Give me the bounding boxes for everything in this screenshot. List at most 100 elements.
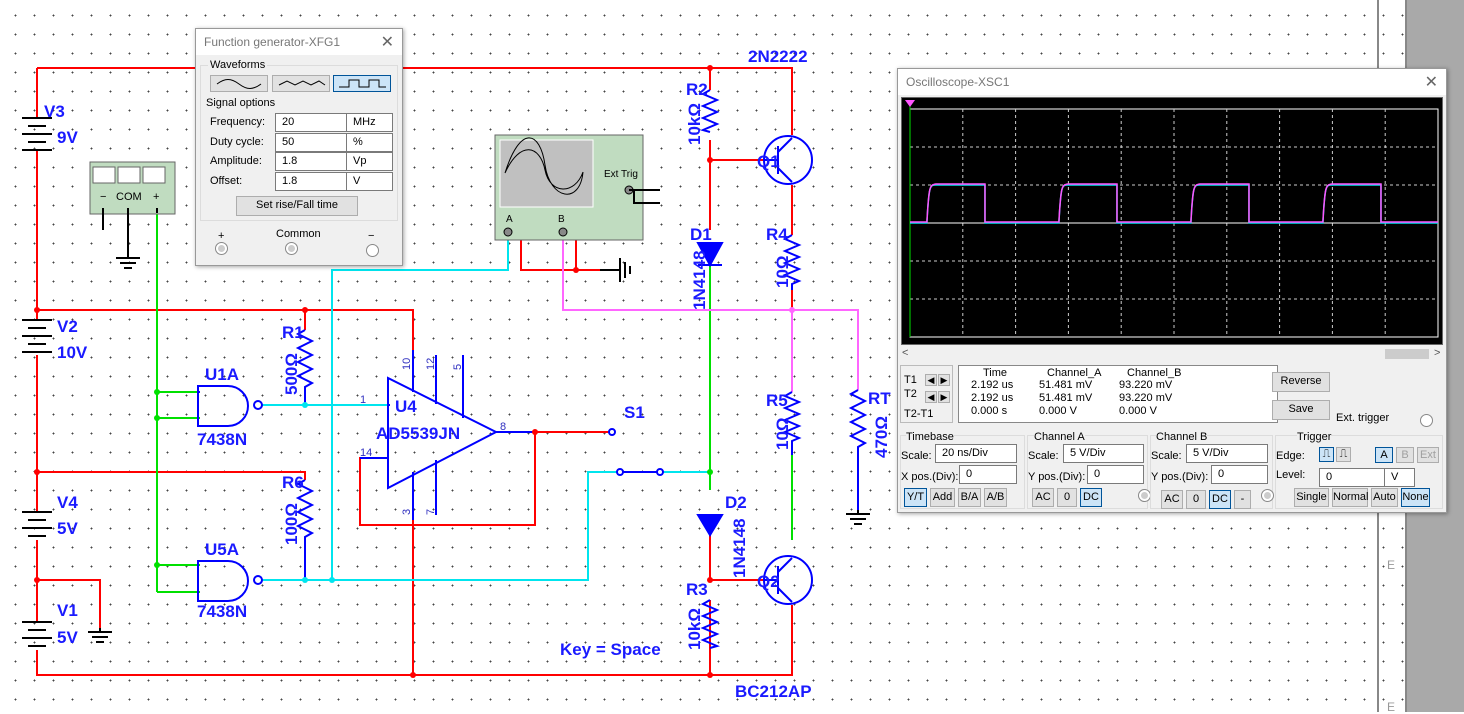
waveform-square-button[interactable] bbox=[333, 75, 391, 92]
chb-coupling-button[interactable]: AC bbox=[1161, 490, 1183, 509]
save-button[interactable]: Save bbox=[1272, 400, 1330, 420]
fg-plus-terminal[interactable] bbox=[215, 242, 228, 255]
fg-field-label: Offset: bbox=[210, 174, 243, 187]
v3-label: V3 bbox=[44, 102, 65, 121]
u5a-nand bbox=[197, 560, 249, 602]
u1a-model: 7438N bbox=[197, 430, 247, 449]
svg-text:B: B bbox=[558, 214, 565, 225]
cursor-t1-label: T1 bbox=[904, 374, 917, 386]
timebase-scale-label: Scale: bbox=[901, 450, 932, 462]
close-icon[interactable]: ✕ bbox=[1425, 72, 1438, 92]
cursor-t2-left-button[interactable]: ◀ bbox=[925, 391, 937, 403]
pin-label: 5 bbox=[452, 364, 464, 370]
readout-cell: 93.220 mV bbox=[1119, 379, 1173, 391]
u1a-nand bbox=[197, 385, 249, 427]
channel-a-ypos-input[interactable]: 0 bbox=[1087, 465, 1144, 484]
trig-modes-button[interactable]: Single bbox=[1294, 488, 1329, 507]
channel-b-ypos-label: Y pos.(Div): bbox=[1151, 471, 1209, 483]
tb-modes-button[interactable]: A/B bbox=[984, 488, 1007, 507]
channel-b-terminal[interactable] bbox=[1261, 489, 1274, 502]
pin-label: 3 bbox=[401, 509, 413, 515]
fg-common-terminal[interactable] bbox=[285, 242, 298, 255]
fg-titlebar[interactable]: Function generator-XFG1 ✕ bbox=[196, 29, 402, 55]
channel-a-scale-input[interactable]: 5 V/Div bbox=[1063, 444, 1144, 463]
ext-trigger-terminal[interactable] bbox=[1420, 414, 1433, 427]
fg-field-input[interactable]: 50 bbox=[275, 132, 347, 152]
reverse-button[interactable]: Reverse bbox=[1272, 372, 1330, 392]
pin-label: 8 bbox=[500, 421, 506, 433]
close-icon[interactable]: ✕ bbox=[381, 32, 394, 52]
scope-horizontal-scrollbar[interactable]: < > bbox=[898, 346, 1446, 362]
tb-modes-button[interactable]: Add bbox=[930, 488, 955, 507]
cha-coupling-button[interactable]: AC bbox=[1032, 488, 1054, 507]
chb-coupling-button[interactable]: DC bbox=[1209, 490, 1231, 509]
level-label: Level: bbox=[1276, 469, 1306, 481]
chb-coupling-button[interactable]: - bbox=[1234, 490, 1251, 509]
readout-header: Time bbox=[983, 367, 1008, 379]
falling-edge-button[interactable]: ⎍ bbox=[1336, 447, 1351, 462]
u5a-label: U5A bbox=[205, 540, 239, 559]
svg-text:+: + bbox=[153, 191, 159, 203]
tb-modes-button[interactable]: Y/T bbox=[904, 488, 927, 507]
cha-coupling-button[interactable]: 0 bbox=[1057, 488, 1077, 507]
trig-modes-button[interactable]: Normal bbox=[1332, 488, 1368, 507]
trigger-level-input[interactable]: 0 bbox=[1319, 468, 1385, 487]
edge-label: Edge: bbox=[1276, 450, 1305, 462]
xpos-input[interactable]: 0 bbox=[959, 465, 1017, 484]
trigger-source-button[interactable]: Ext bbox=[1417, 447, 1439, 463]
readout-cell: 51.481 mV bbox=[1039, 379, 1093, 391]
cursor-t1-left-button[interactable]: ◀ bbox=[925, 374, 937, 386]
channel-a-ypos-label: Y pos.(Div): bbox=[1028, 471, 1086, 483]
trigger-source-button[interactable]: A bbox=[1375, 447, 1393, 463]
osc-title: Oscilloscope-XSC1 bbox=[906, 75, 1010, 89]
cursor-t2-right-button[interactable]: ▶ bbox=[938, 391, 950, 403]
trig-modes-button[interactable]: Auto bbox=[1371, 488, 1398, 507]
trigger-source-button[interactable]: B bbox=[1396, 447, 1414, 463]
trig-modes-button[interactable]: None bbox=[1401, 488, 1430, 507]
triangle-wave-icon bbox=[278, 80, 326, 86]
channel-a-scale-label: Scale: bbox=[1028, 450, 1059, 462]
u1a-label: U1A bbox=[205, 365, 239, 384]
r6-value: 100Ω bbox=[282, 503, 301, 545]
d1-model: 1N4148 bbox=[690, 250, 709, 310]
v1-label: V1 bbox=[57, 601, 78, 620]
scrollbar-thumb[interactable] bbox=[1385, 349, 1429, 359]
xfg1-instrument-icon[interactable]: − COM + bbox=[89, 161, 176, 235]
fg-minus-terminal[interactable] bbox=[366, 244, 379, 257]
scroll-left-icon[interactable]: < bbox=[902, 347, 908, 359]
fg-field-input[interactable]: 20 bbox=[275, 113, 347, 132]
rt-value: 470Ω bbox=[872, 416, 891, 458]
r5-label: R5 bbox=[766, 391, 788, 410]
svg-text:COM: COM bbox=[116, 191, 142, 203]
waveform-sine-button[interactable] bbox=[210, 75, 268, 92]
tb-modes-button[interactable]: B/A bbox=[958, 488, 981, 507]
r6-label: R6 bbox=[282, 473, 304, 492]
pin-label: 1 bbox=[360, 394, 366, 406]
v1-value: 5V bbox=[57, 628, 78, 647]
v3-value: 9V bbox=[57, 128, 78, 147]
chb-coupling-button[interactable]: 0 bbox=[1186, 490, 1206, 509]
fg-field-input[interactable]: 1.8 bbox=[275, 152, 347, 171]
d1-label: D1 bbox=[690, 225, 712, 244]
readout-cell: 2.192 us bbox=[971, 379, 1014, 391]
r4-label: R4 bbox=[766, 225, 788, 244]
timebase-scale-input[interactable]: 20 ns/Div bbox=[935, 444, 1017, 463]
scope-display[interactable] bbox=[901, 97, 1443, 345]
q2-label: Q2 bbox=[757, 572, 780, 591]
rising-edge-button[interactable]: ⎍ bbox=[1319, 447, 1334, 462]
r3-label: R3 bbox=[686, 580, 708, 599]
xsc1-instrument-icon[interactable]: Ext Trig A B bbox=[494, 134, 660, 241]
cha-coupling-button[interactable]: DC bbox=[1080, 488, 1102, 507]
scroll-right-icon[interactable]: > bbox=[1434, 347, 1440, 359]
fg-field-input[interactable]: 1.8 bbox=[275, 171, 347, 191]
cursor-diff-label: T2-T1 bbox=[904, 408, 934, 420]
osc-titlebar[interactable]: Oscilloscope-XSC1 ✕ bbox=[898, 69, 1446, 95]
cursor-t1-right-button[interactable]: ▶ bbox=[938, 374, 950, 386]
set-rise-fall-button[interactable]: Set rise/Fall time bbox=[236, 196, 358, 216]
waveform-triangle-button[interactable] bbox=[272, 75, 330, 92]
trigger-level-unit[interactable]: V bbox=[1384, 468, 1415, 487]
ext-trigger-label: Ext. trigger bbox=[1336, 412, 1390, 424]
channel-b-ypos-input[interactable]: 0 bbox=[1211, 465, 1268, 484]
channel-a-label: Channel A bbox=[1034, 431, 1085, 443]
channel-b-scale-input[interactable]: 5 V/Div bbox=[1186, 444, 1268, 463]
